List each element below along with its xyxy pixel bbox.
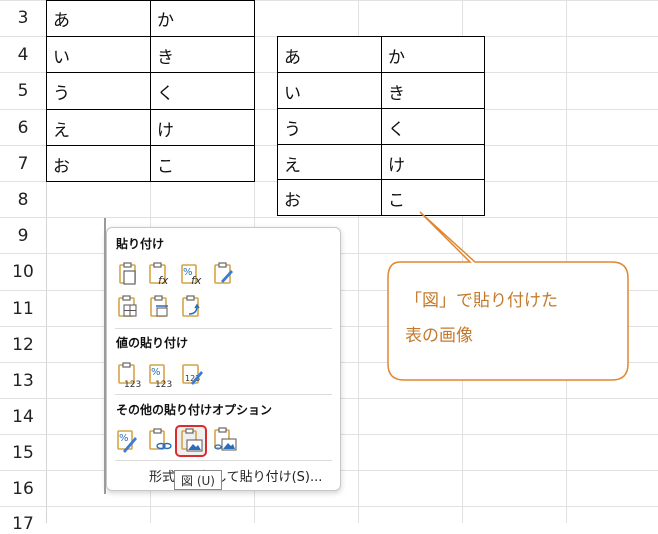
clipboard-picture-icon	[181, 428, 203, 452]
row-header-8[interactable]: 8	[0, 190, 46, 210]
section-other-paste-options-title: その他の貼り付けオプション	[116, 403, 273, 417]
picture-cell: か	[388, 48, 405, 68]
row-header-9[interactable]: 9	[0, 226, 46, 246]
picture-cell: う	[284, 120, 301, 140]
paste-keep-source-formatting-button[interactable]	[211, 261, 237, 287]
svg-text:%: %	[151, 367, 161, 378]
paste-linked-picture-button[interactable]	[211, 427, 237, 453]
paste-picture-button[interactable]	[175, 425, 207, 457]
svg-text:fx: fx	[158, 274, 169, 287]
pasted-table-picture	[277, 36, 485, 216]
clipboard-brush-icon	[214, 262, 233, 284]
table-cell[interactable]: き	[157, 43, 174, 68]
clipboard-paste-icon	[119, 262, 136, 285]
row-header-14[interactable]: 14	[0, 407, 46, 427]
svg-text:123: 123	[124, 380, 141, 389]
row-header-10[interactable]: 10	[0, 262, 46, 282]
row-header-5[interactable]: 5	[0, 81, 46, 101]
table-cell[interactable]: お	[53, 152, 70, 177]
paste-formulas-button[interactable]: fx	[147, 261, 173, 287]
picture-cell: き	[388, 84, 405, 104]
picture-cell: く	[388, 120, 405, 140]
svg-text:fx: fx	[191, 274, 202, 287]
table-cell[interactable]: う	[53, 79, 70, 104]
table-cell[interactable]: け	[157, 116, 174, 141]
picture-cell: あ	[284, 48, 301, 68]
table-cell[interactable]: こ	[157, 152, 174, 177]
paste-formatting-button[interactable]: %	[115, 427, 141, 453]
row-header-16[interactable]: 16	[0, 479, 46, 499]
menu-separator	[115, 328, 332, 329]
picture-cell: い	[284, 84, 301, 104]
table-cell[interactable]: あ	[53, 6, 70, 31]
row-header-12[interactable]: 12	[0, 335, 46, 355]
menu-separator	[115, 394, 332, 395]
section-paste-values-title: 値の貼り付け	[116, 336, 189, 350]
callout-line-1: 「図」で貼り付けた	[405, 291, 558, 311]
table-cell[interactable]: い	[53, 43, 70, 68]
row-header-7[interactable]: 7	[0, 154, 46, 174]
svg-text:123: 123	[155, 380, 172, 389]
paste-formulas-number-format-button[interactable]: % fx	[179, 261, 205, 287]
clipboard-column-width-icon	[150, 295, 168, 317]
menu-separator	[115, 460, 332, 461]
section-paste-title: 貼り付け	[116, 237, 165, 251]
table-cell[interactable]: く	[157, 79, 174, 104]
clipboard-link-icon	[149, 428, 172, 450]
table-cell[interactable]: か	[157, 6, 174, 31]
row-header-17[interactable]: 17	[0, 514, 46, 534]
picture-cell: お	[284, 191, 301, 211]
paste-values-number-format-button[interactable]: % 123	[147, 361, 173, 390]
callout-line-2: 表の画像	[405, 326, 473, 346]
paste-options-menu: 貼り付け fx % fx 値の貼り付け 123 % 123 123 その他の貼り…	[106, 227, 341, 491]
clipboard-table-icon	[118, 295, 137, 317]
paste-no-borders-button[interactable]	[115, 294, 141, 320]
clipboard-linked-picture-icon	[214, 427, 237, 451]
paste-picture-tooltip: 図 (U)	[174, 470, 222, 490]
picture-cell: え	[284, 156, 301, 176]
clipboard-123-brush-icon: 123	[182, 364, 203, 385]
paste-button[interactable]	[115, 261, 141, 287]
row-header-3[interactable]: 3	[0, 8, 46, 28]
clipboard-transpose-icon	[182, 295, 200, 317]
table-cell[interactable]: え	[53, 116, 70, 141]
picture-cell: こ	[388, 191, 405, 211]
picture-cell: け	[388, 156, 405, 176]
clipboard-123-icon: 123	[118, 362, 141, 390]
svg-text:%: %	[119, 433, 129, 444]
clipboard-percent-formula-icon: % fx	[181, 264, 202, 287]
paste-keep-column-widths-button[interactable]	[147, 294, 173, 320]
clipboard-formula-icon: fx	[149, 262, 169, 287]
paste-values-source-formatting-button[interactable]: 123	[179, 361, 205, 387]
row-header-15[interactable]: 15	[0, 443, 46, 463]
paste-values-button[interactable]: 123	[115, 361, 141, 390]
row-header-4[interactable]: 4	[0, 45, 46, 65]
menu-shadow-edge	[104, 218, 106, 494]
clipboard-percent-123-icon: % 123	[149, 364, 172, 390]
paste-link-button[interactable]	[147, 427, 173, 453]
clipboard-percent-brush-icon: %	[117, 430, 137, 453]
paste-transpose-button[interactable]	[179, 294, 205, 320]
row-header-11[interactable]: 11	[0, 299, 46, 319]
row-header-13[interactable]: 13	[0, 371, 46, 391]
row-header-6[interactable]: 6	[0, 118, 46, 138]
